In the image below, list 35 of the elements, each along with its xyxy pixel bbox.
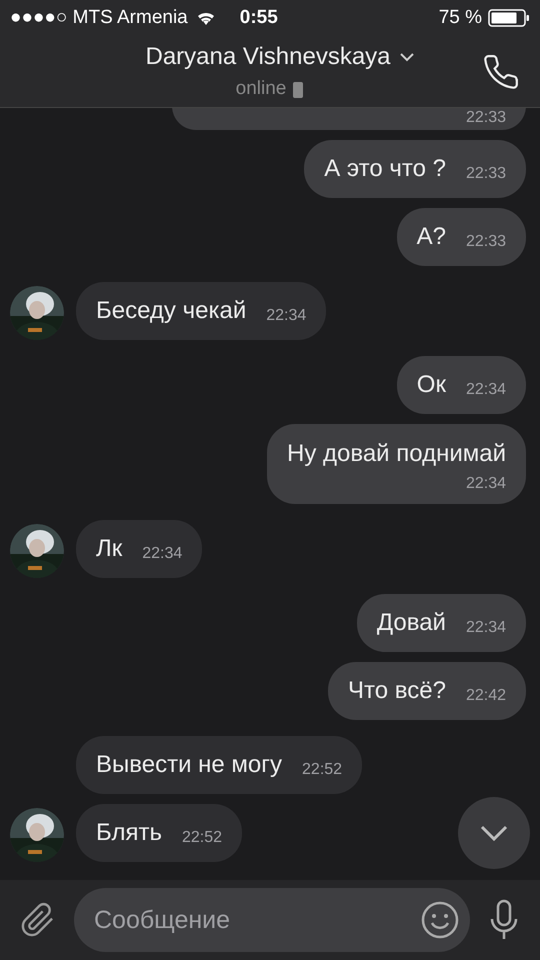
message-time: 22:34 (466, 619, 506, 636)
phone-icon (292, 80, 304, 98)
message-time: 22:52 (302, 761, 342, 778)
message-time: 22:34 (266, 307, 306, 324)
message-field[interactable]: Сообщение (74, 888, 470, 952)
message-time: 22:33 (466, 108, 506, 128)
battery-text: 75 % (438, 6, 482, 30)
microphone-icon[interactable] (488, 899, 520, 941)
message-text: Довай (376, 608, 446, 638)
message-time: 22:34 (142, 545, 182, 562)
carrier-text: ●●●●○ MTS Armenia (10, 6, 188, 30)
message-text: Беседу чекай (96, 296, 246, 326)
message-time: 22:33 (466, 165, 506, 182)
chevron-down-icon (479, 824, 509, 842)
message-text: А? (416, 222, 446, 252)
message-text: Ну довай поднимай (287, 439, 506, 469)
message-text: Лк (96, 534, 122, 564)
chevron-down-icon[interactable] (398, 52, 415, 62)
message-time: 22:34 (466, 475, 506, 492)
message-text: Ок (416, 370, 446, 400)
message-text: Блять (96, 818, 162, 848)
message-time: 22:52 (182, 829, 222, 846)
battery-icon (488, 9, 530, 27)
call-icon[interactable] (482, 52, 520, 90)
message-time: 22:33 (466, 233, 506, 250)
message-text: А это что ? (324, 154, 446, 184)
message-time: 22:34 (466, 381, 506, 398)
presence-text: online (236, 77, 286, 102)
emoji-icon[interactable] (420, 900, 460, 940)
message-time: 22:42 (466, 687, 506, 704)
message-text: Что всё? (348, 676, 446, 706)
clock-text: 0:55 (240, 6, 278, 30)
contact-name[interactable]: Daryana Vishnevskaya (145, 39, 391, 76)
wifi-icon (196, 10, 216, 26)
message-text: Вывести не могу (96, 750, 282, 780)
